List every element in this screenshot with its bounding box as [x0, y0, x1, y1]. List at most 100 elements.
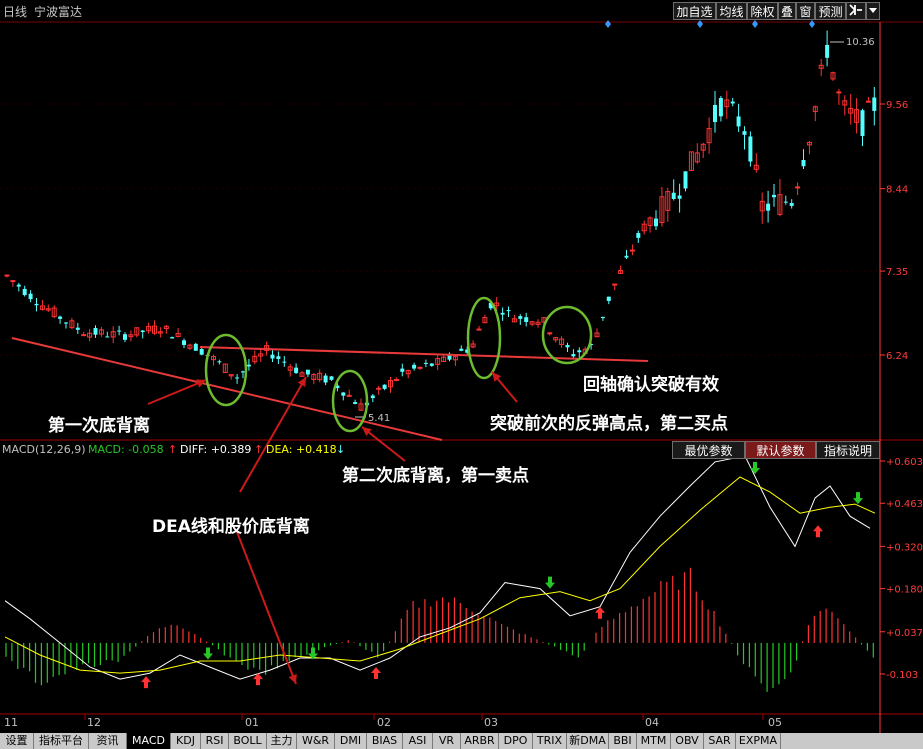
tab-kdj[interactable]: KDJ [171, 733, 201, 749]
candle-body-down [140, 330, 145, 333]
candle-body-up [376, 387, 382, 390]
candle-body-down [105, 336, 110, 338]
divergence-circle [331, 369, 369, 433]
default-params-button[interactable]: 默认参数 [745, 441, 816, 459]
annotation-breakthrough: 突破前次的反弹高点，第二买点 [490, 414, 728, 434]
sell-signal-icon [853, 492, 863, 505]
candle-body-down [28, 293, 33, 300]
candle-body-down [400, 368, 405, 372]
tab-boll[interactable]: BOLL [229, 733, 267, 749]
candle-body-down [500, 312, 505, 315]
macd-tick-label: +0.037 [886, 628, 923, 639]
sell-signal-icon [545, 576, 555, 589]
macd-histogram [5, 567, 874, 692]
event-marker-icon [752, 20, 758, 28]
candle-body-down [565, 345, 570, 348]
candle-body-down [382, 384, 387, 389]
candle-body-down [270, 354, 275, 359]
candle-body-down [370, 395, 375, 399]
price-tick-label: 9.56 [886, 100, 908, 111]
candle-body-down [329, 376, 334, 380]
candle-body-down [199, 348, 204, 355]
month-label: 02 [377, 716, 391, 729]
macd-lines [4, 455, 876, 689]
event-marker-icon [605, 20, 611, 28]
tab-arbr[interactable]: ARBR [461, 733, 499, 749]
tab-obv[interactable]: OBV [671, 733, 704, 749]
tab-主力[interactable]: 主力 [267, 733, 297, 749]
tab-expma[interactable]: EXPMA [736, 733, 781, 749]
candle-body-down [353, 402, 358, 405]
candle-body-down [305, 369, 310, 375]
annotation-dea-divergence: DEA线和股价底背离 [152, 517, 310, 537]
candle-body-down [429, 363, 434, 366]
candle-body-down [518, 316, 523, 319]
candle-body-down [577, 350, 582, 353]
tab-macd[interactable]: MACD [127, 733, 171, 749]
macd-tick-label: +0.603 [886, 457, 923, 468]
buy-signal-icon [595, 606, 605, 619]
dea-value: DEA: +0.418 [266, 443, 337, 456]
price-tick-label: 6.24 [886, 351, 908, 362]
tab-dmi[interactable]: DMI [335, 733, 367, 749]
diff-value: DIFF: +0.389 [180, 443, 252, 456]
candle-body-down [170, 337, 175, 339]
candle-body-down [117, 330, 122, 332]
tab-asi[interactable]: ASI [403, 733, 433, 749]
candle-body-down [93, 328, 98, 335]
candle-body-down [671, 192, 676, 200]
month-label: 01 [245, 716, 259, 729]
candle-body-up [81, 334, 87, 337]
macd-tick-label: +0.320 [886, 542, 923, 553]
candle-body-down [182, 340, 186, 345]
indicator-help-button[interactable]: 指标说明 [816, 441, 880, 459]
optimal-params-button[interactable]: 最优参数 [672, 441, 745, 459]
candle-body-up [476, 328, 482, 331]
event-marker-icon [697, 20, 703, 28]
candle-body-down [276, 356, 281, 360]
candle-body-down [860, 110, 865, 136]
macd-tick-label: +0.463 [886, 499, 923, 510]
candle-body-down [683, 171, 688, 189]
candle-body-down [16, 284, 21, 287]
candle-body-down [75, 327, 80, 330]
tab-设置[interactable]: 设置 [0, 733, 34, 749]
tab-资讯[interactable]: 资讯 [89, 733, 127, 749]
tab-dpo[interactable]: DPO [499, 733, 533, 749]
candle-body-down [217, 361, 222, 363]
candle-body-down [872, 97, 877, 111]
tab-trix[interactable]: TRIX [533, 733, 567, 749]
tab-指标平台[interactable]: 指标平台 [34, 733, 89, 749]
candle-body-down [736, 116, 741, 127]
diff-arrow-icon: ↑ [254, 443, 264, 456]
arrow-first-bottom [147, 379, 207, 405]
candle-body-down [341, 392, 346, 396]
tab-新dma[interactable]: 新DMA [567, 733, 609, 749]
diff-line [4, 455, 871, 680]
tab-w&r[interactable]: W&R [297, 733, 335, 749]
candle-body-up [836, 91, 842, 94]
tab-rsi[interactable]: RSI [201, 733, 229, 749]
macd-arrow-icon: ↑ [168, 443, 178, 456]
candle-body-up [865, 100, 871, 103]
candle-body-down [766, 203, 771, 211]
candle-body-down [677, 195, 682, 199]
tab-bbi[interactable]: BBI [609, 733, 637, 749]
tab-bias[interactable]: BIAS [367, 733, 403, 749]
price-tick-label: 8.44 [886, 185, 908, 196]
candle-body-up [4, 274, 10, 277]
candle-body-down [459, 348, 464, 351]
sell-signal-icon [750, 461, 760, 474]
candle-body-down [801, 160, 806, 167]
tab-mtm[interactable]: MTM [637, 733, 671, 749]
stock-chart-window: 日线 宁波富达 加自选 均线 除权 叠 窗 预测 9.56 8.44 7.35 6.2… [0, 0, 923, 749]
candle-body-up [629, 249, 635, 252]
candle-body-up [417, 366, 423, 369]
candle-body-down [748, 136, 753, 162]
price-tick-label: 7.35 [886, 267, 908, 278]
tab-sar[interactable]: SAR [704, 733, 736, 749]
annotation-shapes [11, 296, 649, 685]
candle-body-down [241, 371, 245, 373]
tab-vr[interactable]: VR [433, 733, 461, 749]
candle-body-down [825, 44, 830, 58]
